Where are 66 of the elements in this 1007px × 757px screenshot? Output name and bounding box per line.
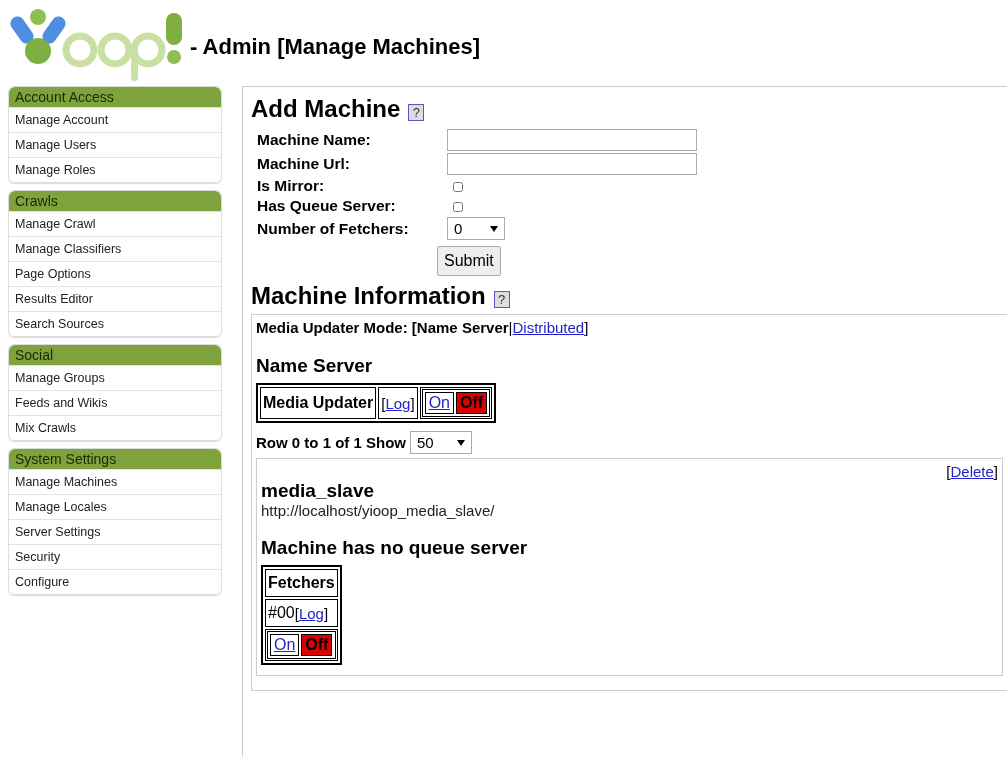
separator: |: [508, 319, 513, 336]
column-heading: Fetchers: [268, 574, 335, 592]
select-field[interactable]: 50: [410, 431, 472, 454]
queue-status: Machine has no queue server: [261, 537, 529, 559]
sidebar-item[interactable]: Page Options: [9, 261, 221, 286]
bracket: [: [946, 463, 951, 480]
sidebar-item[interactable]: Server Settings: [9, 519, 221, 544]
sidebar-item[interactable]: Mix Crawls: [9, 415, 221, 440]
field-label: Has Queue Server:: [257, 197, 397, 215]
field-label: Machine Name:: [257, 131, 372, 149]
machine-url: http://localhost/yioop_media_slave/: [261, 502, 496, 519]
bracket: ]: [584, 319, 589, 336]
field-label: Number of Fetchers:: [257, 219, 410, 238]
bracket: [: [381, 394, 386, 412]
mode-option: Name Server: [416, 319, 509, 336]
sidebar-item[interactable]: Search Sources: [9, 311, 221, 336]
input-field[interactable]: [447, 153, 697, 175]
sidebar-item[interactable]: Manage Crawl: [9, 211, 221, 236]
bracket: ]: [993, 463, 998, 480]
sidebar-item[interactable]: Manage Roles: [9, 157, 221, 182]
checkbox[interactable]: [453, 181, 463, 192]
off-link[interactable]: Off: [455, 392, 488, 414]
field-label: Is Mirror:: [257, 177, 326, 195]
group-title: System Settings: [9, 449, 221, 469]
mode-label: Media Updater Mode:: [256, 319, 409, 336]
group-title: Account Access: [9, 87, 221, 107]
input-field[interactable]: [447, 129, 697, 151]
caret-icon: [457, 439, 465, 446]
bracket: ]: [323, 604, 329, 622]
group-title: Social: [9, 345, 221, 365]
group-title: Crawls: [9, 191, 221, 211]
log-link[interactable]: Log: [298, 604, 324, 622]
process-name: Media Updater: [263, 394, 374, 412]
bracket: ]: [410, 394, 415, 412]
mode-link[interactable]: Distributed: [512, 319, 585, 336]
sidebar-item[interactable]: Manage Users: [9, 132, 221, 157]
delete-link[interactable]: Delete: [950, 463, 994, 480]
checkbox[interactable]: [453, 201, 463, 212]
submit-button[interactable]: Submit: [437, 246, 501, 276]
machine-name: media_slave: [261, 480, 376, 502]
sidebar-item[interactable]: Manage Machines: [9, 469, 221, 494]
field-label: Machine Url:: [257, 155, 351, 173]
sidebar-item[interactable]: Manage Account: [9, 107, 221, 132]
log-link[interactable]: Log: [385, 394, 411, 412]
sidebar-item[interactable]: Manage Classifiers: [9, 236, 221, 261]
on-link[interactable]: On: [424, 392, 454, 414]
select-field[interactable]: 0: [447, 217, 505, 240]
help-link[interactable]: ?: [408, 103, 425, 121]
fetcher-id: #00: [268, 604, 295, 621]
sidebar-item[interactable]: Results Editor: [9, 286, 221, 311]
section-heading: Machine Information: [251, 282, 486, 310]
caret-icon: [490, 225, 498, 232]
sidebar-item[interactable]: Security: [9, 544, 221, 569]
section-heading: Add Machine: [251, 95, 401, 123]
sidebar-item[interactable]: Feeds and Wikis: [9, 390, 221, 415]
sidebar-item[interactable]: Configure: [9, 569, 221, 594]
paging-label: Row 0 to 1 of 1 Show: [256, 434, 406, 451]
sidebar-item[interactable]: Manage Groups: [9, 365, 221, 390]
help-link[interactable]: ?: [493, 290, 510, 308]
subheading: Name Server: [256, 355, 374, 377]
page-title: - Admin [Manage Machines]: [190, 33, 481, 60]
bracket: [: [411, 319, 417, 336]
on-link[interactable]: On: [270, 634, 300, 656]
bracket: [: [294, 604, 299, 622]
off-link[interactable]: Off: [301, 634, 333, 656]
sidebar-item[interactable]: Manage Locales: [9, 494, 221, 519]
